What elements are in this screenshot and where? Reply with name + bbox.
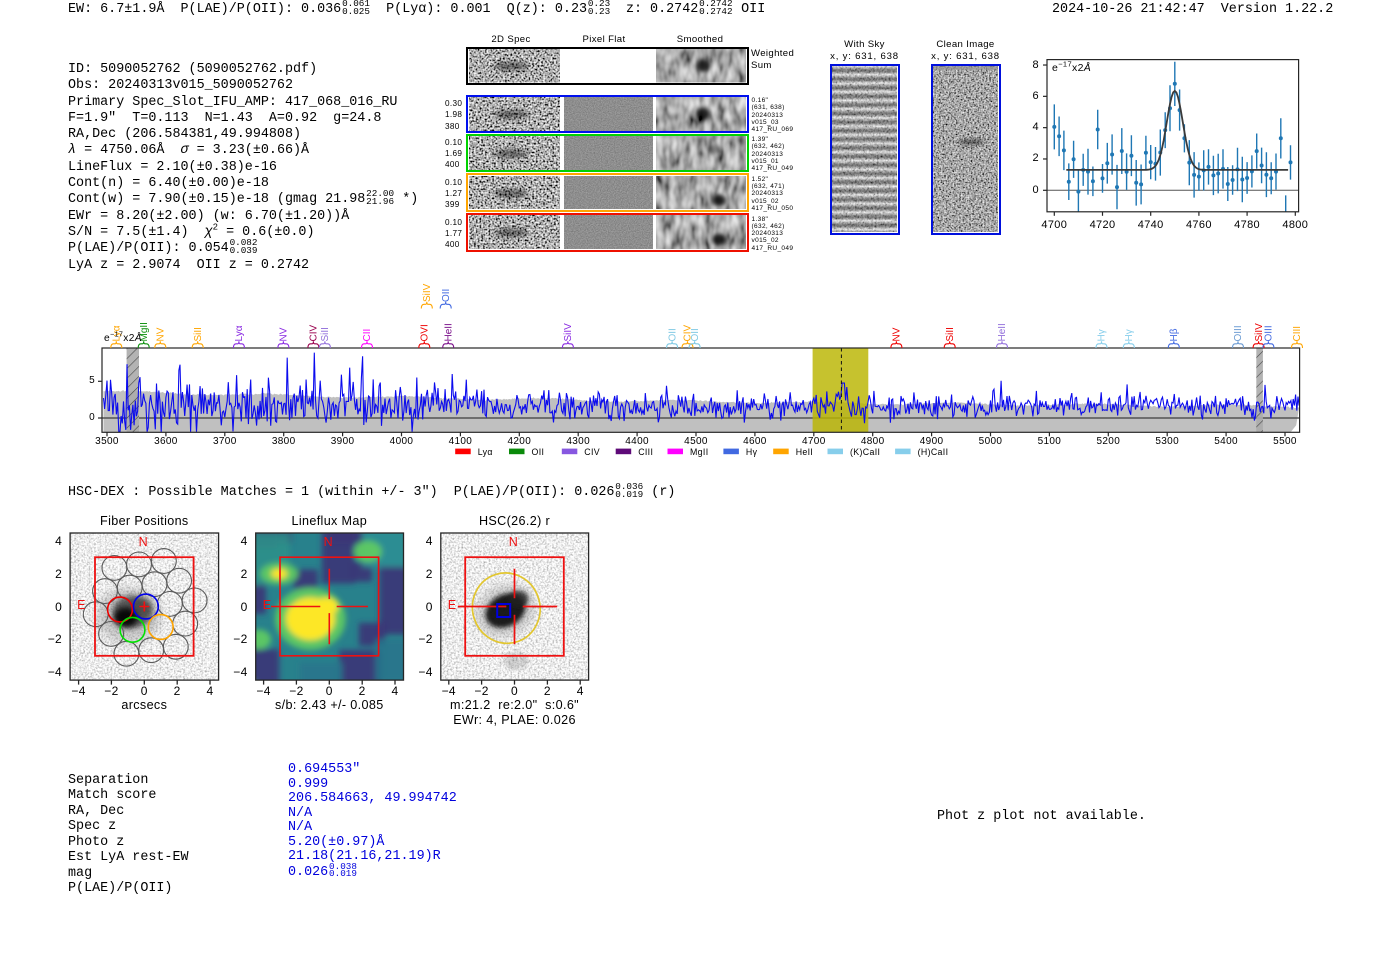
svg-text:NV: NV bbox=[279, 327, 290, 341]
svg-text:Hβ: Hβ bbox=[1169, 328, 1180, 341]
svg-text:HeII: HeII bbox=[443, 323, 454, 341]
svg-text:OVI: OVI bbox=[420, 324, 431, 341]
svg-text:SiII: SiII bbox=[320, 327, 331, 341]
svg-text:Lyα: Lyα bbox=[234, 325, 245, 341]
svg-text:CIV: CIV bbox=[309, 325, 320, 342]
svg-text:SiIV: SiIV bbox=[422, 283, 433, 302]
svg-text:Hγ: Hγ bbox=[1124, 329, 1135, 341]
svg-text:OII: OII bbox=[441, 289, 452, 302]
svg-text:SiIV: SiIV bbox=[563, 323, 574, 342]
svg-text:HeII: HeII bbox=[997, 323, 1008, 341]
svg-text:CII: CII bbox=[362, 329, 373, 342]
svg-text:SiII: SiII bbox=[945, 327, 956, 341]
svg-text:OII: OII bbox=[667, 328, 678, 341]
svg-text:Hγ: Hγ bbox=[1097, 329, 1108, 341]
svg-text:OIII: OIII bbox=[1264, 325, 1275, 341]
svg-text:CIII: CIII bbox=[1292, 326, 1303, 342]
svg-text:SiII: SiII bbox=[193, 327, 204, 341]
svg-text:NV: NV bbox=[892, 327, 903, 341]
svg-text:OII: OII bbox=[690, 328, 701, 341]
svg-text:OIII: OIII bbox=[1233, 325, 1244, 341]
svg-text:NV: NV bbox=[156, 327, 167, 341]
